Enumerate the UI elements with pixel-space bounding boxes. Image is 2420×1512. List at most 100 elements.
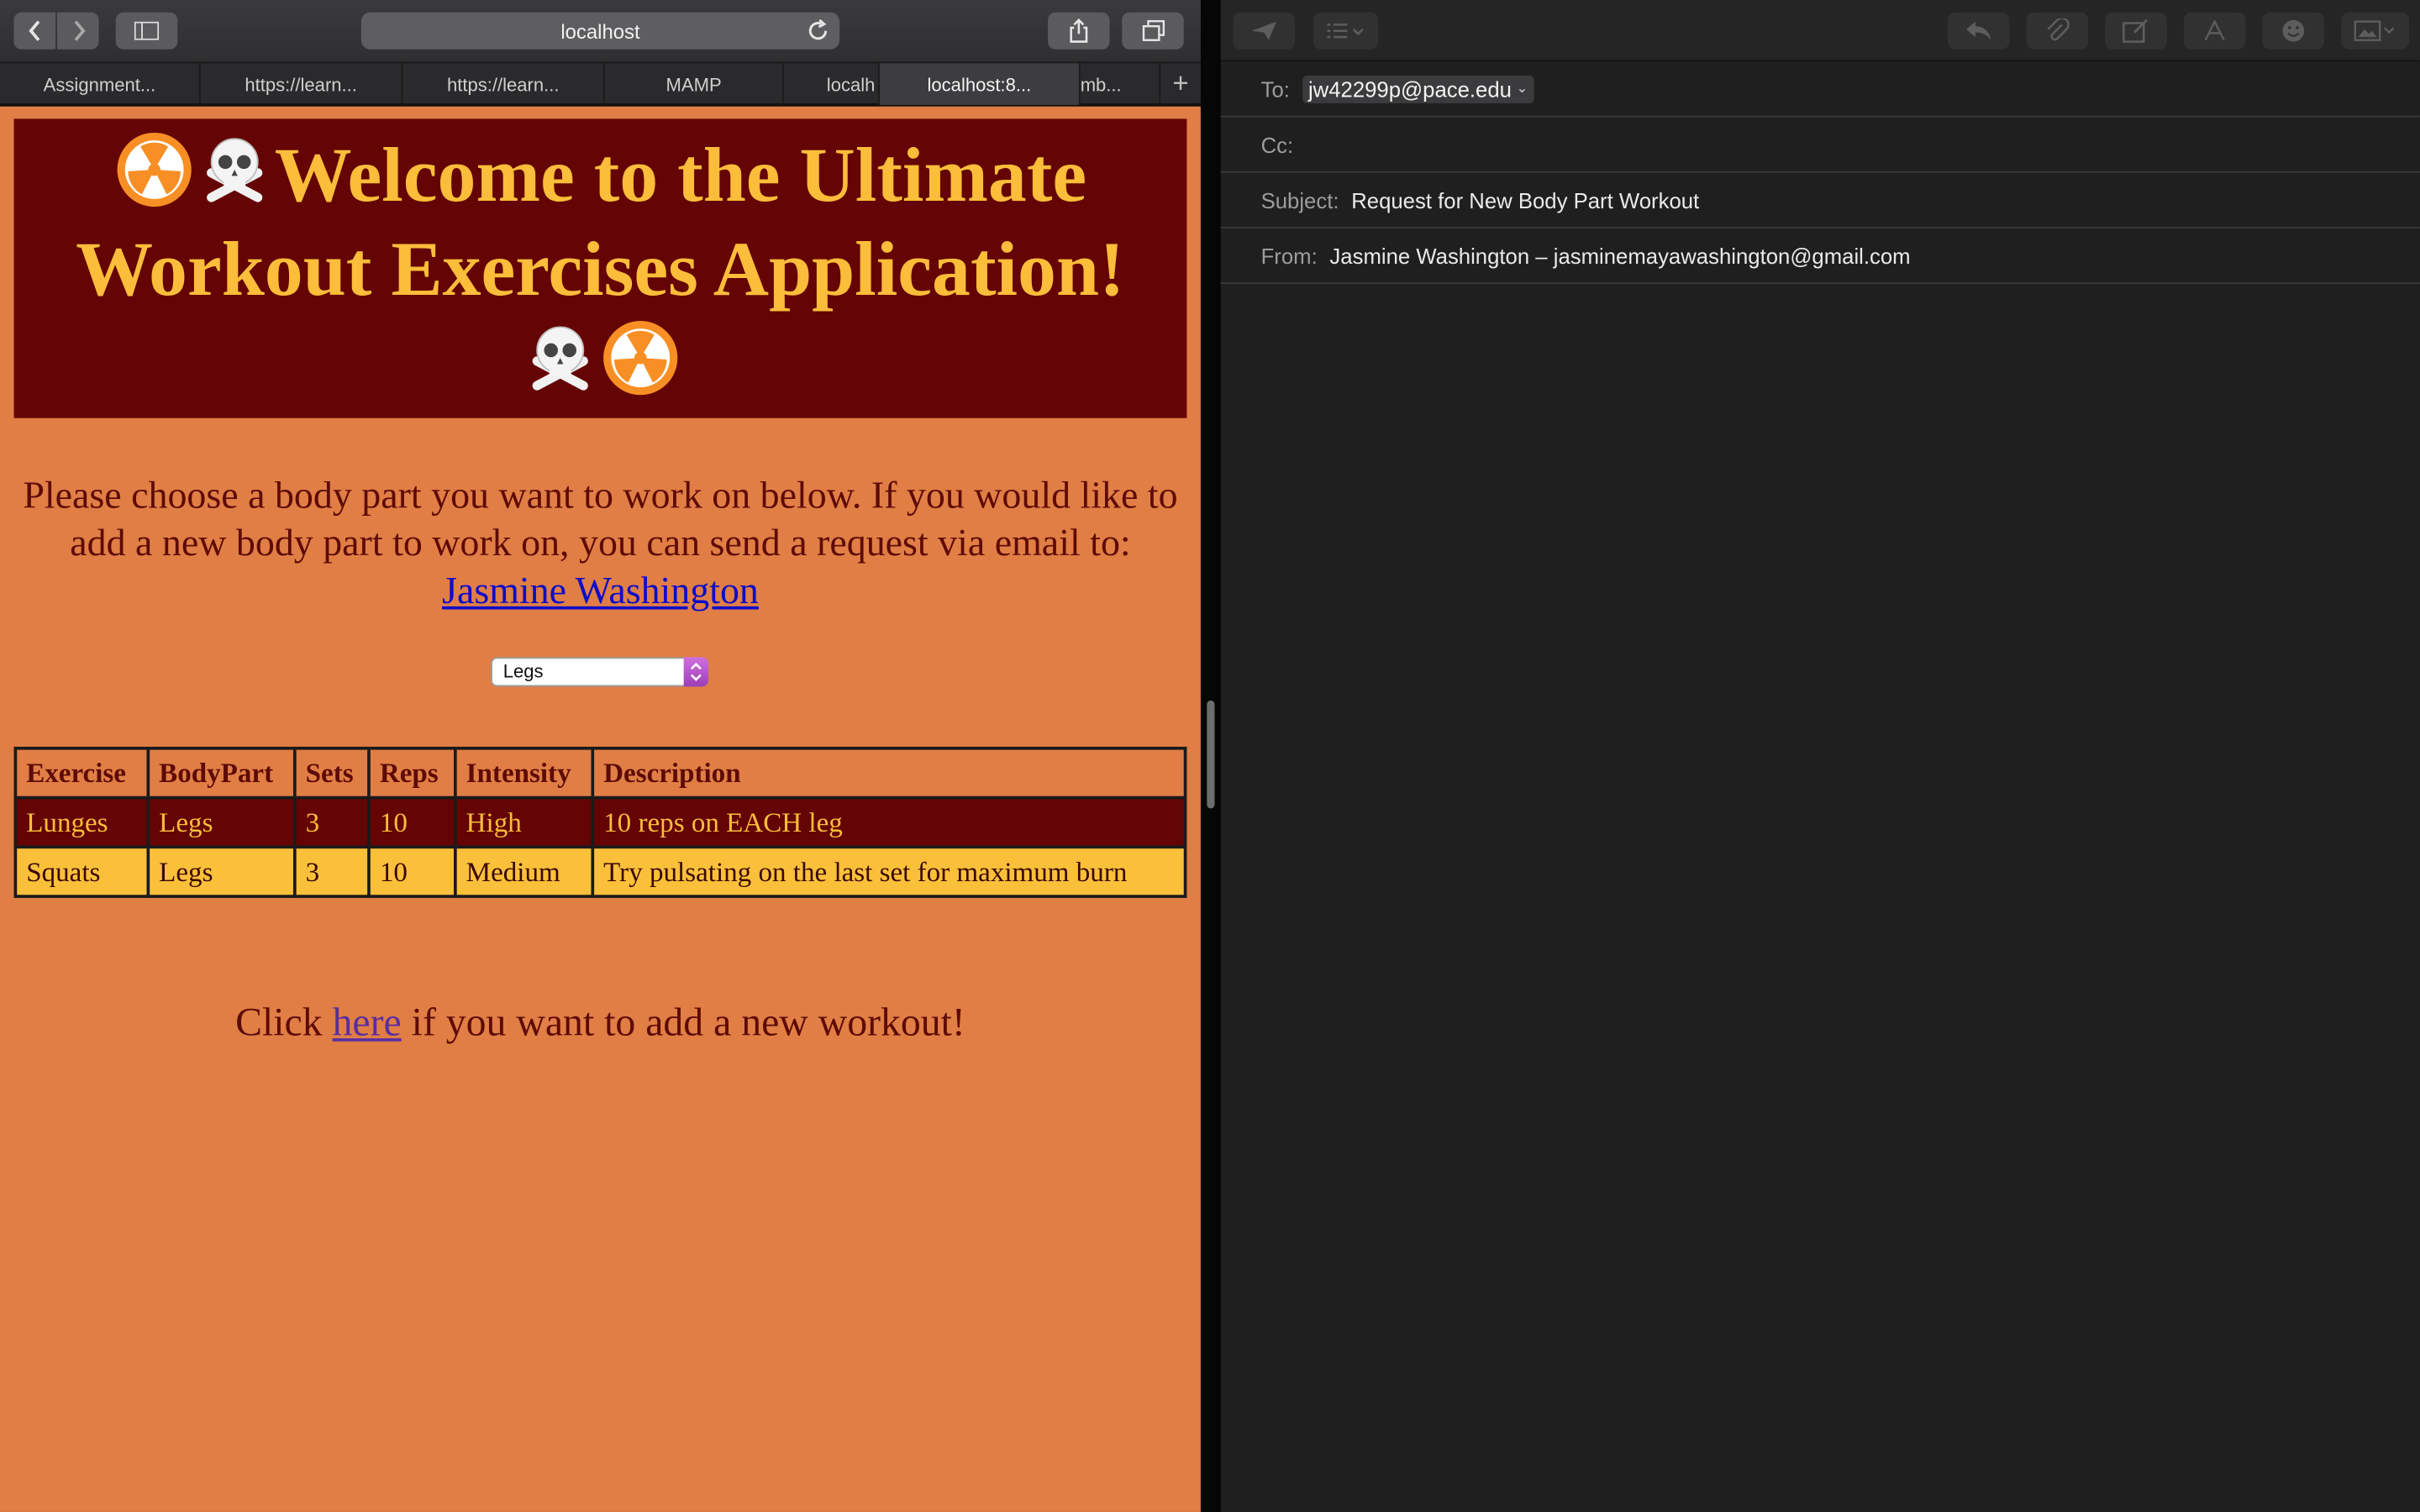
list-icon xyxy=(1327,24,1364,39)
tab-label: Assignment... xyxy=(43,73,156,95)
table-header-row: Exercise BodyPart Sets Reps Intensity De… xyxy=(13,746,1187,800)
radioactive-icon xyxy=(117,132,192,207)
photo-icon xyxy=(2354,20,2395,41)
contact-email-link[interactable]: Jasmine Washington xyxy=(442,571,759,613)
share-button[interactable] xyxy=(1048,12,1110,50)
table-cell: 10 xyxy=(367,795,457,849)
subject-row[interactable]: Subject: Request for New Body Part Worko… xyxy=(1220,173,2420,228)
browser-window: localhost Assignment... https://learn...… xyxy=(0,0,1201,1512)
photo-browser-button[interactable] xyxy=(2341,12,2410,50)
table-cell: Medium xyxy=(453,845,595,898)
subject-label: Subject: xyxy=(1260,187,1339,213)
table-cell: Lunges xyxy=(13,795,150,849)
reply-button[interactable] xyxy=(1947,12,2010,50)
web-page: Welcome to the Ultimate Workout Exercise… xyxy=(0,106,1201,1512)
column-header: Description xyxy=(591,746,1187,800)
attach-button[interactable] xyxy=(2026,12,2089,50)
font-icon xyxy=(2204,19,2225,41)
table-cell: 3 xyxy=(292,795,371,849)
tab-assignment[interactable]: Assignment... xyxy=(0,63,201,105)
mail-toolbar xyxy=(1220,0,2420,62)
column-header: Reps xyxy=(367,746,457,800)
message-body[interactable] xyxy=(1221,286,2420,1512)
add-workout-prefix: Click xyxy=(235,1000,323,1045)
skull-crossbones-icon xyxy=(206,138,263,202)
table-cell: Legs xyxy=(146,845,297,898)
from-select[interactable]: Jasmine Washington – jasminemayawashingt… xyxy=(1329,243,1910,267)
column-header: Sets xyxy=(292,746,371,800)
tab-label: MAMP xyxy=(666,73,722,95)
chevron-left-icon xyxy=(28,20,39,41)
back-button[interactable] xyxy=(13,12,56,50)
add-workout-link[interactable]: here xyxy=(333,1000,402,1044)
tab-mb[interactable]: mb... xyxy=(1081,63,1161,105)
split-view-divider[interactable] xyxy=(1200,0,1221,1512)
tab-label: localh xyxy=(826,73,876,95)
tab-mamp[interactable]: MAMP xyxy=(605,63,785,105)
tab-localhost-active[interactable]: localhost:8... xyxy=(879,63,1081,105)
tab-label: mb... xyxy=(1080,73,1122,95)
tabs-overview-icon xyxy=(1141,19,1165,41)
column-header: Exercise xyxy=(13,746,150,800)
smiley-icon xyxy=(2282,19,2305,42)
share-icon xyxy=(1070,18,1088,43)
add-workout-suffix: if you want to add a new workout! xyxy=(411,1000,965,1045)
table-cell: Squats xyxy=(13,845,150,898)
subject-field[interactable]: Request for New Body Part Workout xyxy=(1351,187,1699,212)
intro-text: Please choose a body part you want to wo… xyxy=(23,475,1178,565)
workout-table: Exercise BodyPart Sets Reps Intensity De… xyxy=(13,746,1187,898)
tab-localhost[interactable]: localh xyxy=(784,63,880,105)
paperclip-icon xyxy=(2047,18,2070,41)
chevron-right-icon xyxy=(73,20,85,41)
reload-icon[interactable] xyxy=(806,18,830,43)
new-tab-button[interactable]: + xyxy=(1160,63,1201,105)
body-part-select[interactable]: Legs xyxy=(491,657,709,687)
recipient-token[interactable]: jw42299p@pace.edu ⌄ xyxy=(1302,75,1534,103)
select-value: Legs xyxy=(502,660,544,682)
tab-learn-1[interactable]: https://learn... xyxy=(201,63,403,105)
reply-icon xyxy=(1965,21,1991,40)
table-cell: High xyxy=(453,795,595,849)
emoji-button[interactable] xyxy=(2262,12,2325,50)
column-header: Intensity xyxy=(453,746,595,800)
table-cell: 10 reps on EACH leg xyxy=(591,795,1187,849)
table-row: Lunges Legs 3 10 High 10 reps on EACH le… xyxy=(13,795,1187,849)
column-header: BodyPart xyxy=(146,746,297,800)
show-tabs-button[interactable] xyxy=(1122,12,1184,50)
send-button[interactable] xyxy=(1233,12,1295,50)
table-cell: Try pulsating on the last set for maximu… xyxy=(591,845,1187,898)
browser-toolbar: localhost xyxy=(0,0,1201,64)
to-row: To: jw42299p@pace.edu ⌄ xyxy=(1220,61,2420,118)
page-header: Welcome to the Ultimate Workout Exercise… xyxy=(13,118,1187,418)
table-cell: 10 xyxy=(367,845,457,898)
cc-row[interactable]: Cc: xyxy=(1220,118,2420,173)
tab-learn-2[interactable]: https://learn... xyxy=(402,63,605,105)
tab-bar: Assignment... https://learn... https://l… xyxy=(0,63,1201,105)
table-row: Squats Legs 3 10 Medium Try pulsating on… xyxy=(13,845,1187,898)
skull-crossbones-icon xyxy=(532,326,588,391)
compose-icon xyxy=(2123,18,2148,43)
table-cell: 3 xyxy=(292,845,371,898)
to-label: To: xyxy=(1260,76,1290,102)
from-label: From: xyxy=(1260,243,1318,268)
mail-compose-window: To: jw42299p@pace.edu ⌄ Cc: Subject: Req… xyxy=(1220,0,2420,1512)
select-arrows-icon xyxy=(683,657,709,687)
send-icon xyxy=(1251,21,1276,40)
table-cell: Legs xyxy=(146,795,297,849)
add-workout-paragraph: Click here if you want to add a new work… xyxy=(0,1000,1201,1046)
tab-label: localhost:8... xyxy=(927,73,1032,95)
radioactive-icon xyxy=(603,321,678,396)
intro-paragraph: Please choose a body part you want to wo… xyxy=(0,472,1201,616)
tab-label: https://learn... xyxy=(245,73,357,95)
forward-button[interactable] xyxy=(56,12,99,50)
markup-button[interactable] xyxy=(2105,12,2167,50)
tab-label: https://learn... xyxy=(446,73,560,95)
address-bar[interactable]: localhost xyxy=(360,12,840,50)
divider-handle[interactable] xyxy=(1207,700,1215,809)
format-button[interactable] xyxy=(2183,12,2246,50)
sidebar-icon xyxy=(134,21,160,40)
sidebar-toggle-button[interactable] xyxy=(115,12,178,50)
cc-label: Cc: xyxy=(1260,132,1294,157)
from-row: From: Jasmine Washington – jasminemayawa… xyxy=(1220,228,2420,284)
header-fields-button[interactable] xyxy=(1313,12,1379,50)
